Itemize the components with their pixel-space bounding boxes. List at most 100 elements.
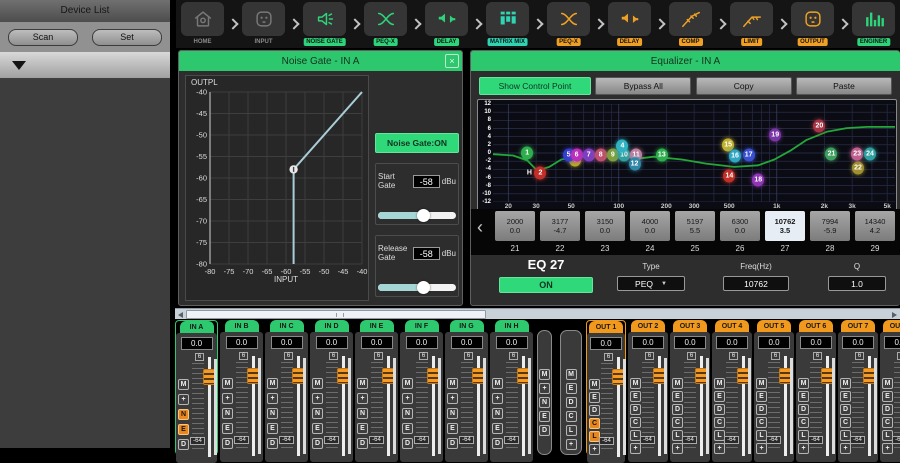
- channel-gain-value[interactable]: 0.0: [758, 336, 790, 349]
- channel-tab-out-7[interactable]: OUT 7: [841, 320, 875, 332]
- channel-in-f-button-d[interactable]: D: [402, 438, 413, 449]
- channel-tab-in-f[interactable]: IN F: [405, 320, 439, 332]
- channel-in-d-button-n[interactable]: N: [312, 408, 323, 419]
- band-cell-22[interactable]: 3177-4.7: [540, 211, 580, 241]
- channel-in-g-button-m[interactable]: M: [447, 378, 458, 389]
- channel-out-1-button-c[interactable]: C: [589, 418, 600, 429]
- channel-out-4-button-e[interactable]: E: [714, 391, 725, 402]
- copy-button[interactable]: Copy: [696, 77, 792, 95]
- show-control-point-button[interactable]: Show Control Point: [479, 77, 591, 95]
- master-in-column-button-e[interactable]: E: [539, 411, 550, 422]
- start-gate-slider-thumb[interactable]: [417, 209, 430, 222]
- channel-out-7-button-m[interactable]: M: [840, 378, 851, 389]
- scrollbar-right-arrow-icon[interactable]: [892, 312, 897, 318]
- eq-control-point-19[interactable]: 19: [769, 129, 781, 142]
- channel-out-6-button-d[interactable]: D: [798, 404, 809, 415]
- eq-control-point-6[interactable]: 6: [571, 149, 583, 162]
- band-cell-29[interactable]: 143404.2: [855, 211, 895, 241]
- channel-gain-value[interactable]: 0.0: [590, 337, 622, 350]
- channel-out-2-button-m[interactable]: M: [630, 378, 641, 389]
- master-out-column-button-c[interactable]: C: [566, 411, 577, 422]
- channel-in-f-button-m[interactable]: M: [402, 378, 413, 389]
- channel-in-e-button-e[interactable]: E: [357, 423, 368, 434]
- master-out-column-button-e[interactable]: E: [566, 383, 577, 394]
- channel-out-3-button-d[interactable]: D: [672, 404, 683, 415]
- channel-gain-value[interactable]: 0.0: [451, 336, 483, 349]
- eq-control-point-17[interactable]: 17: [743, 149, 755, 162]
- eq-control-point-16[interactable]: 16: [729, 149, 741, 162]
- channel-out-3-button-e[interactable]: E: [672, 391, 683, 402]
- scrollbar-thumb[interactable]: [186, 310, 486, 319]
- channel-in-g-button-d[interactable]: D: [447, 438, 458, 449]
- band-cell-26[interactable]: 63000.0: [720, 211, 760, 241]
- channel-in-c-button-e[interactable]: E: [267, 423, 278, 434]
- nav-item-output-10[interactable]: OUTPUT: [789, 1, 836, 47]
- channel-gain-value[interactable]: 0.0: [181, 337, 213, 350]
- channel-in-c-button-m[interactable]: M: [267, 378, 278, 389]
- channel-out-1-button--[interactable]: +: [589, 444, 600, 455]
- channel-out-8-button-m[interactable]: M: [882, 378, 893, 389]
- channel-out-2-button-c[interactable]: C: [630, 417, 641, 428]
- channel-in-a-button-e[interactable]: E: [178, 424, 189, 435]
- eq-control-point-4[interactable]: 4: [616, 140, 628, 153]
- noise-gate-graph[interactable]: OUTPL -40-80-45-75-50-70-55-65-60-60-65-…: [185, 75, 369, 301]
- eq-control-point-13[interactable]: 13: [656, 149, 668, 162]
- eq-control-point-8[interactable]: 8: [595, 149, 607, 162]
- channel-out-5-button-e[interactable]: E: [756, 391, 767, 402]
- channel-gain-value[interactable]: 0.0: [674, 336, 706, 349]
- channel-out-5-button-c[interactable]: C: [756, 417, 767, 428]
- channel-out-2-button-e[interactable]: E: [630, 391, 641, 402]
- channel-out-4-button-d[interactable]: D: [714, 404, 725, 415]
- channel-out-1-button-e[interactable]: E: [589, 392, 600, 403]
- master-out-column-button-m[interactable]: M: [566, 369, 577, 380]
- start-gate-slider[interactable]: [378, 212, 456, 219]
- channel-out-3-button--[interactable]: +: [672, 443, 683, 454]
- channel-gain-value[interactable]: 0.0: [716, 336, 748, 349]
- channel-gain-value[interactable]: 0.0: [632, 336, 664, 349]
- master-in-column-button-d[interactable]: D: [539, 425, 550, 436]
- channel-in-b-button-n[interactable]: N: [222, 408, 233, 419]
- start-gate-value[interactable]: -58: [413, 175, 440, 188]
- channel-tab-out-2[interactable]: OUT 2: [631, 320, 665, 332]
- master-out-column-button-l[interactable]: L: [566, 425, 577, 436]
- channel-in-g-button--[interactable]: +: [447, 393, 458, 404]
- channel-out-8-button--[interactable]: +: [882, 443, 893, 454]
- mixer-horizontal-scrollbar[interactable]: [175, 308, 900, 319]
- nav-item-peq-x-3[interactable]: PEQ-X: [362, 1, 409, 47]
- eq-power-button[interactable]: ON: [499, 277, 593, 293]
- eq-control-point-12[interactable]: 12: [629, 157, 641, 170]
- channel-tab-out-5[interactable]: OUT 5: [757, 320, 791, 332]
- release-gate-value[interactable]: -58: [413, 247, 440, 260]
- eq-control-point-7[interactable]: 7: [583, 149, 595, 162]
- channel-in-c-button--[interactable]: +: [267, 393, 278, 404]
- band-cell-27[interactable]: 107623.5: [765, 211, 805, 241]
- bypass-all-button[interactable]: Bypass All: [595, 77, 691, 95]
- q-field[interactable]: 1.0: [828, 276, 886, 291]
- nav-item-noise-gate-2[interactable]: NOISE GATE: [301, 1, 348, 47]
- band-cell-21[interactable]: 20000.0: [495, 211, 535, 241]
- channel-in-b-button--[interactable]: +: [222, 393, 233, 404]
- channel-out-2-button--[interactable]: +: [630, 443, 641, 454]
- channel-in-c-button-n[interactable]: N: [267, 408, 278, 419]
- channel-in-c-button-d[interactable]: D: [267, 438, 278, 449]
- eq-control-point-2[interactable]: 2: [534, 167, 546, 180]
- channel-tab-in-d[interactable]: IN D: [315, 320, 349, 332]
- channel-out-8-button-d[interactable]: D: [882, 404, 893, 415]
- channel-tab-out-1[interactable]: OUT 1: [589, 321, 623, 333]
- channel-out-4-button--[interactable]: +: [714, 443, 725, 454]
- channel-out-7-button-e[interactable]: E: [840, 391, 851, 402]
- channel-out-4-button-c[interactable]: C: [714, 417, 725, 428]
- channel-out-7-button--[interactable]: +: [840, 443, 851, 454]
- channel-in-h-button-d[interactable]: D: [492, 438, 503, 449]
- channel-gain-value[interactable]: 0.0: [361, 336, 393, 349]
- channel-in-h-button-n[interactable]: N: [492, 408, 503, 419]
- band-cell-24[interactable]: 40000.0: [630, 211, 670, 241]
- release-gate-slider[interactable]: [378, 284, 456, 291]
- master-in-column-button-m[interactable]: M: [539, 369, 550, 380]
- nav-item-comp-8[interactable]: COMP: [667, 1, 714, 47]
- channel-in-a-button--[interactable]: +: [178, 394, 189, 405]
- channel-in-h-button-e[interactable]: E: [492, 423, 503, 434]
- scrollbar-left-arrow-icon[interactable]: [178, 312, 183, 318]
- channel-tab-out-4[interactable]: OUT 4: [715, 320, 749, 332]
- channel-tab-out-3[interactable]: OUT 3: [673, 320, 707, 332]
